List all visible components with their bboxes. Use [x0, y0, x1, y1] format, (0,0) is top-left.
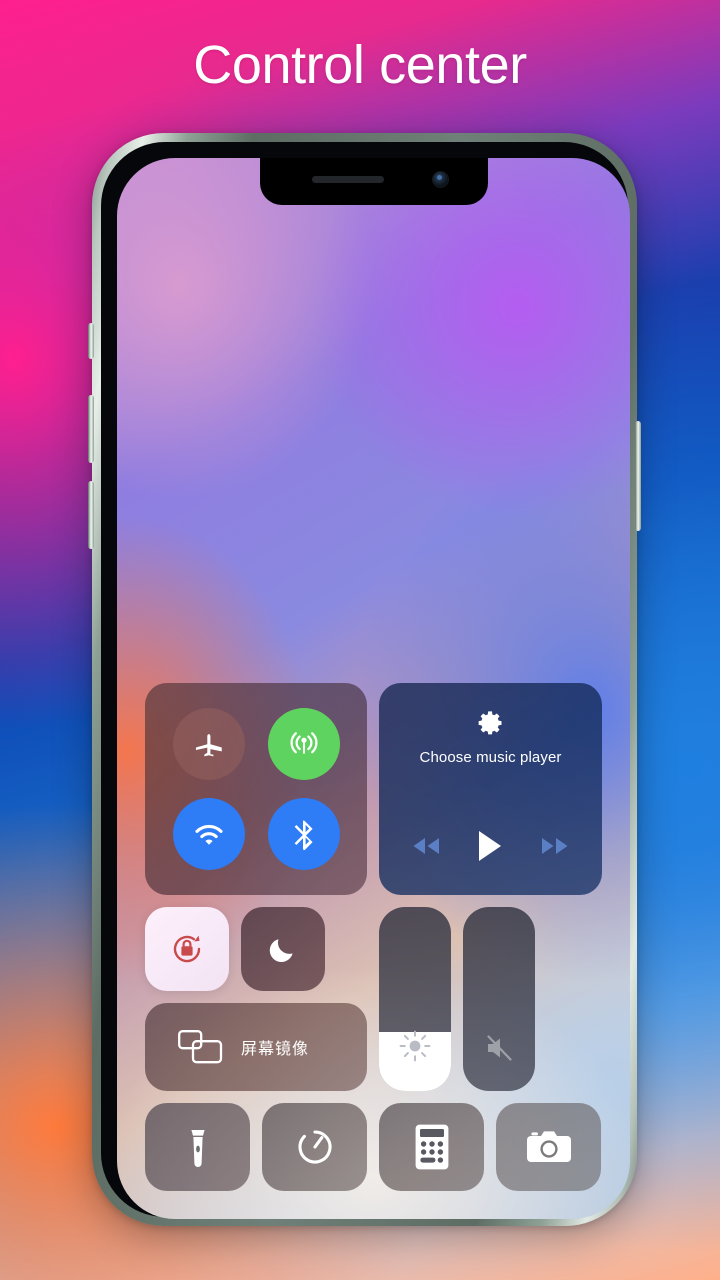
screen-mirroring-label: 屏幕镜像: [241, 1041, 310, 1058]
bluetooth-icon: [294, 820, 313, 851]
phone-screen: Choose music player 屏幕镜像: [117, 158, 630, 1219]
phone-bezel: Choose music player 屏幕镜像: [101, 142, 630, 1219]
phone-device: Choose music player 屏幕镜像: [88, 133, 641, 1226]
mute-switch-button[interactable]: [88, 323, 94, 359]
control-center-row-2: 屏幕镜像: [145, 907, 602, 1091]
earpiece-speaker-icon: [311, 176, 384, 183]
mute-speaker-icon: [487, 1035, 512, 1061]
camera-icon: [526, 1131, 571, 1162]
front-camera-icon: [432, 172, 448, 187]
power-side-button[interactable]: [635, 421, 641, 531]
music-transport-controls: [379, 829, 602, 863]
control-center-row-3: [145, 1103, 602, 1191]
rotation-lock-icon: [173, 935, 201, 963]
promo-background: Control center Choose music player 屏幕镜像: [0, 0, 720, 1280]
play-button[interactable]: [475, 829, 505, 863]
control-center-row-1: Choose music player: [145, 683, 602, 895]
fast-forward-icon: [542, 838, 568, 854]
rewind-icon: [413, 838, 439, 854]
airplane-icon: [195, 734, 222, 757]
next-track-button[interactable]: [539, 835, 571, 857]
rotation-lock-tile[interactable]: [145, 907, 229, 991]
play-icon: [479, 831, 502, 861]
calculator-shortcut[interactable]: [379, 1103, 484, 1191]
flashlight-icon: [190, 1130, 205, 1167]
connectivity-panel: [145, 683, 367, 895]
toggle-tile-group: [145, 907, 367, 991]
calculator-icon: [415, 1124, 448, 1170]
slider-group: [379, 907, 535, 1091]
screen-mirroring-tile[interactable]: 屏幕镜像: [145, 1003, 367, 1091]
music-player-panel[interactable]: Choose music player: [379, 683, 602, 895]
sun-icon: [399, 1030, 431, 1062]
music-player-label: Choose music player: [419, 749, 562, 766]
screen-mirroring-icon: [178, 1030, 223, 1064]
display-notch: [259, 158, 488, 205]
previous-track-button[interactable]: [410, 835, 442, 857]
camera-shortcut[interactable]: [496, 1103, 601, 1191]
brightness-slider[interactable]: [379, 907, 451, 1091]
left-tile-stack: 屏幕镜像: [145, 907, 367, 1091]
timer-icon: [297, 1130, 332, 1164]
wifi-toggle[interactable]: [172, 798, 245, 870]
control-center-panel: Choose music player 屏幕镜像: [145, 683, 602, 1191]
page-title: Control center: [193, 35, 527, 95]
bluetooth-toggle[interactable]: [267, 798, 340, 870]
airplane-mode-toggle[interactable]: [172, 708, 245, 780]
flashlight-shortcut[interactable]: [145, 1103, 250, 1191]
wifi-icon: [194, 824, 223, 845]
cellular-icon: [289, 732, 318, 754]
cellular-data-toggle[interactable]: [267, 708, 340, 780]
do-not-disturb-tile[interactable]: [241, 907, 325, 991]
timer-shortcut[interactable]: [262, 1103, 367, 1191]
volume-up-button[interactable]: [88, 395, 94, 463]
gear-icon[interactable]: [477, 709, 505, 737]
volume-slider[interactable]: [463, 907, 535, 1091]
volume-down-button[interactable]: [88, 481, 94, 549]
moon-icon: [269, 939, 293, 963]
